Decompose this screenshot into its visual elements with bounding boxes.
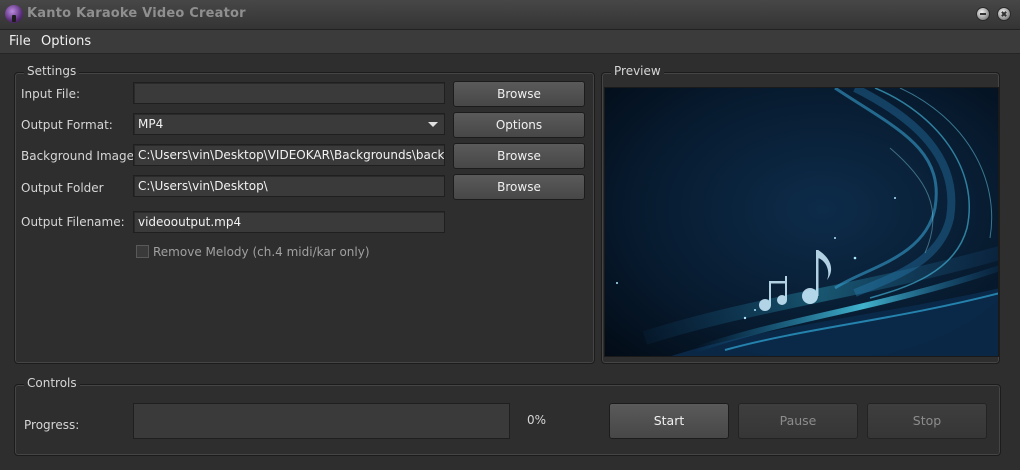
background-preview-graphic [605,88,998,356]
controls-group-label: Controls [24,376,80,390]
output-format-value: MP4 [138,117,164,131]
input-file-field[interactable] [133,82,445,104]
close-icon[interactable] [997,7,1011,21]
output-format-options-button[interactable]: Options [453,112,585,138]
menu-options[interactable]: Options [41,34,91,49]
output-format-select[interactable]: MP4 [133,113,445,135]
input-file-label: Input File: [21,87,81,101]
output-filename-field[interactable]: videooutput.mp4 [133,211,445,233]
background-image-browse-button[interactable]: Browse [453,143,585,169]
menu-file[interactable]: File [9,34,31,49]
remove-melody-checkbox[interactable] [136,245,149,258]
progress-bar [133,403,510,439]
progress-percent: 0% [527,413,547,427]
remove-melody-label: Remove Melody (ch.4 midi/kar only) [153,245,370,259]
output-filename-label: Output Filename: [21,215,125,229]
karaoke-microphone-icon [5,5,23,23]
start-button[interactable]: Start [609,403,729,439]
output-folder-browse-button[interactable]: Browse [453,174,585,200]
title-bar: Kanto Karaoke Video Creator [0,0,1020,30]
settings-group-label: Settings [24,64,80,78]
preview-group-label: Preview [611,64,664,78]
progress-label: Progress: [24,418,80,432]
output-folder-field[interactable]: C:\Users\vin\Desktop\ [133,175,445,197]
chevron-down-icon[interactable] [428,122,438,127]
menu-bar: File Options [0,30,1020,54]
output-folder-label: Output Folder [21,181,104,195]
window-title: Kanto Karaoke Video Creator [27,6,246,21]
minimize-icon[interactable] [976,7,990,21]
background-image-label: Background Image: [21,149,139,163]
stop-button[interactable]: Stop [867,403,987,439]
pause-button[interactable]: Pause [738,403,858,439]
input-file-browse-button[interactable]: Browse [453,81,585,107]
background-image-field[interactable]: C:\Users\vin\Desktop\VIDEOKAR\Background… [133,144,445,166]
preview-image [604,87,999,357]
output-format-label: Output Format: [21,118,113,132]
